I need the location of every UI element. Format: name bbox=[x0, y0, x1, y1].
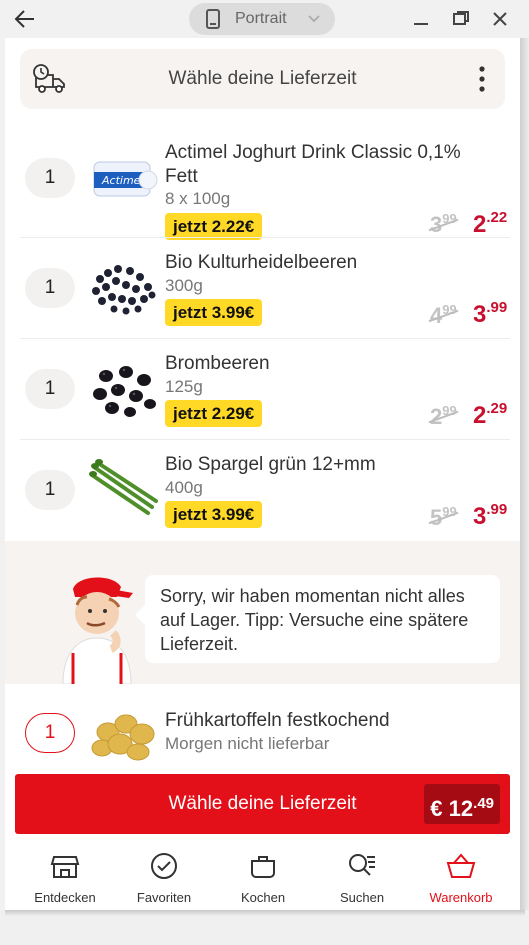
basket-icon bbox=[446, 853, 476, 878]
product-image-asparagus bbox=[89, 459, 158, 515]
svg-text:Actimel: Actimel bbox=[101, 174, 143, 187]
nav-label: Kochen bbox=[240, 890, 286, 905]
old-price: 599 bbox=[428, 504, 459, 530]
product-name: Frühkartoffeln festkochend bbox=[165, 710, 390, 731]
product-image-potatoes bbox=[91, 714, 155, 761]
phone-icon bbox=[206, 9, 220, 29]
deal-badge: jetzt 3.99€ bbox=[165, 501, 263, 528]
product-size: 8 x 100g bbox=[165, 189, 231, 208]
availability-status: Morgen nicht lieferbar bbox=[165, 734, 330, 753]
nav-kochen[interactable]: Kochen bbox=[213, 846, 313, 910]
window-titlebar: Portrait bbox=[0, 0, 529, 38]
more-vertical-icon[interactable] bbox=[479, 65, 485, 93]
deal-badge: jetzt 2.22€ bbox=[165, 213, 263, 240]
product-image-blueberries bbox=[92, 265, 156, 315]
choose-delivery-time-button[interactable]: Wähle deine Lieferzeit € 12.49 bbox=[15, 774, 510, 834]
header-title: Wähle deine Lieferzeit bbox=[168, 68, 357, 89]
product-image-actimel: Actimel bbox=[93, 161, 158, 197]
deal-badge: jetzt 3.99€ bbox=[165, 299, 263, 326]
product-name: Actimel Joghurt Drink Classic 0,1% Fett bbox=[165, 142, 461, 187]
nav-label: Warenkorb bbox=[429, 890, 493, 905]
quantity-button[interactable]: 1 bbox=[25, 268, 75, 308]
cart-item[interactable]: 1 Bio Spargel grün 12+mm 400g jetzt 3.99… bbox=[5, 440, 520, 541]
new-price: 2.22 bbox=[473, 209, 508, 238]
orientation-dropdown[interactable]: Portrait bbox=[189, 3, 335, 35]
cart-item[interactable]: 1 Bio Kulturheidelbeeren 300g jetzt 3.99… bbox=[5, 238, 520, 339]
quantity-button[interactable]: 1 bbox=[25, 470, 75, 510]
orientation-label: Portrait bbox=[235, 10, 287, 27]
old-price: 499 bbox=[428, 302, 459, 328]
nav-suchen[interactable]: Suchen bbox=[312, 846, 412, 910]
check-circle-icon bbox=[151, 853, 177, 879]
quantity-button[interactable]: 1 bbox=[25, 158, 75, 198]
nav-favoriten[interactable]: Favoriten bbox=[114, 846, 214, 910]
restore-icon[interactable] bbox=[451, 9, 471, 29]
delivery-time-header[interactable]: Wähle deine Lieferzeit bbox=[20, 49, 505, 109]
chef-mascot-illustration bbox=[62, 577, 133, 684]
notice-bubble: Sorry, wir haben momentan nicht alles au… bbox=[135, 575, 500, 663]
old-price: 399 bbox=[428, 211, 459, 237]
minimize-icon[interactable] bbox=[411, 9, 431, 29]
close-icon[interactable] bbox=[490, 9, 510, 29]
product-name: Brombeeren bbox=[165, 353, 270, 374]
window-bottom bbox=[0, 910, 529, 945]
deal-badge: jetzt 2.29€ bbox=[165, 400, 263, 427]
out-of-stock-notice: Sorry, wir haben momentan nicht alles au… bbox=[5, 541, 520, 684]
chevron-down-icon bbox=[308, 15, 320, 23]
nav-warenkorb[interactable]: Warenkorb bbox=[411, 846, 511, 910]
store-icon bbox=[50, 856, 80, 878]
product-size: 400g bbox=[165, 478, 203, 497]
unavailable-item[interactable]: 1 Frühkartoffeln festkochend Morgen nich… bbox=[5, 692, 520, 772]
search-list-icon bbox=[349, 854, 375, 876]
app-window: Wähle deine Lieferzeit 1 Actimel Actimel… bbox=[5, 38, 520, 910]
new-price: 2.29 bbox=[473, 400, 508, 429]
product-size: 125g bbox=[165, 377, 203, 396]
arrow-left-icon[interactable] bbox=[12, 8, 38, 30]
product-image-blackberries bbox=[93, 366, 156, 417]
new-price: 3.99 bbox=[473, 299, 508, 328]
nav-entdecken[interactable]: Entdecken bbox=[15, 846, 115, 910]
bottom-navigation: Entdecken Favoriten Kochen Suchen Warenk… bbox=[5, 846, 520, 910]
nav-label: Favoriten bbox=[136, 890, 192, 905]
nav-label: Suchen bbox=[339, 890, 385, 905]
product-size: 300g bbox=[165, 276, 203, 295]
quantity-button[interactable]: 1 bbox=[25, 713, 75, 753]
cart-total: € 12.49 bbox=[424, 784, 500, 824]
window-edge bbox=[520, 38, 529, 916]
product-name: Bio Kulturheidelbeeren bbox=[165, 252, 358, 273]
old-price: 299 bbox=[428, 403, 459, 429]
product-name: Bio Spargel grün 12+mm bbox=[165, 454, 376, 475]
nav-label: Entdecken bbox=[34, 890, 96, 905]
cart-item[interactable]: 1 Actimel Actimel Joghurt Drink Classic … bbox=[5, 137, 520, 240]
quantity-button[interactable]: 1 bbox=[25, 369, 75, 409]
new-price: 3.99 bbox=[473, 501, 508, 530]
cooking-pot-icon bbox=[251, 856, 275, 878]
cart-item[interactable]: 1 Brombeeren 125g jetzt 2.29€ 299 2.29 bbox=[5, 339, 520, 440]
